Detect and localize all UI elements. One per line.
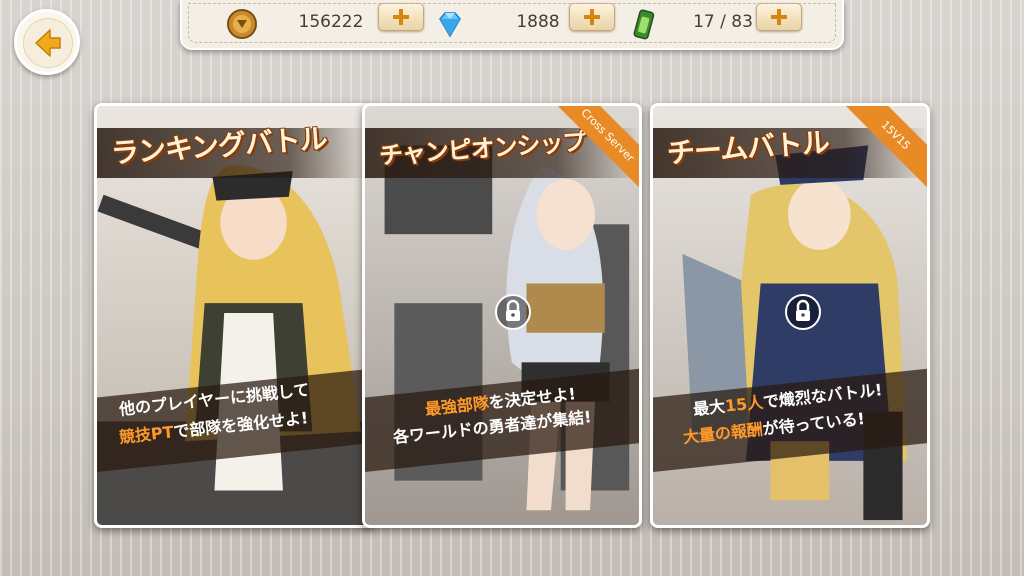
lock-icon <box>785 294 821 330</box>
add-stamina-button[interactable] <box>756 3 802 31</box>
back-button[interactable] <box>14 9 80 75</box>
championship-card[interactable]: チャンピオンシップ Cross Server 最強部隊を決定せよ! 各ワールドの… <box>362 103 642 528</box>
back-arrow-icon <box>35 29 61 57</box>
ranking-battle-card[interactable]: ランキングバトル 他のプレイヤーに挑戦して 競技PTで部隊を強化せよ! <box>94 103 374 528</box>
lock-icon <box>495 294 531 330</box>
stamina-battery-icon <box>633 9 655 40</box>
gold-value: 156222 <box>298 12 364 32</box>
add-gold-button[interactable] <box>378 3 424 31</box>
gold-coin-icon <box>227 9 257 39</box>
add-diamond-button[interactable] <box>569 3 615 31</box>
team-battle-card[interactable]: チームバトル 15V15 最大15人で熾烈なバトル! 大量の報酬が待っている! <box>650 103 930 528</box>
resource-bar: 156222 1888 17 / 83 <box>180 0 844 50</box>
diamond-icon <box>439 12 461 38</box>
